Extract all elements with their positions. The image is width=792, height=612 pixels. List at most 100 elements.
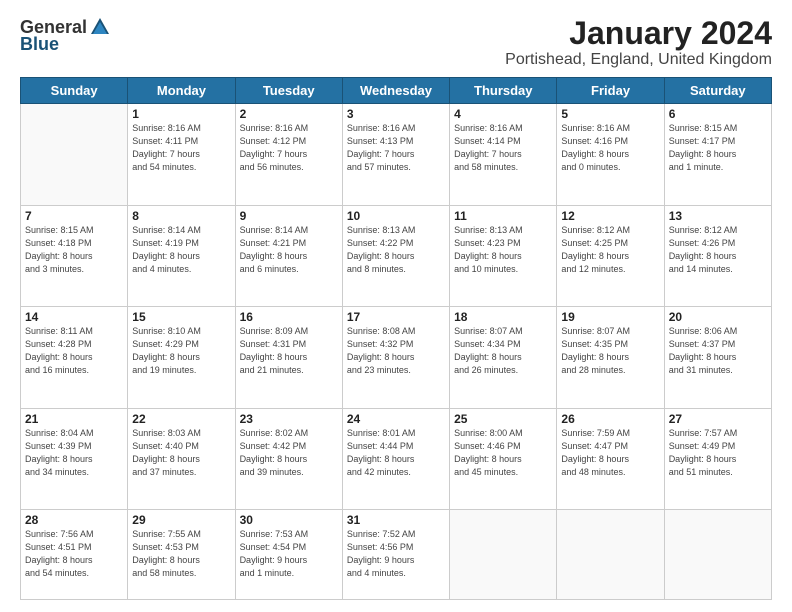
calendar-cell: 24Sunrise: 8:01 AM Sunset: 4:44 PM Dayli… bbox=[342, 408, 449, 509]
day-number: 1 bbox=[132, 107, 230, 121]
day-number: 19 bbox=[561, 310, 659, 324]
calendar-cell: 18Sunrise: 8:07 AM Sunset: 4:34 PM Dayli… bbox=[450, 307, 557, 408]
day-number: 14 bbox=[25, 310, 123, 324]
day-number: 5 bbox=[561, 107, 659, 121]
month-title: January 2024 bbox=[505, 16, 772, 51]
day-number: 4 bbox=[454, 107, 552, 121]
day-number: 21 bbox=[25, 412, 123, 426]
title-area: January 2024 Portishead, England, United… bbox=[505, 16, 772, 69]
day-info: Sunrise: 7:55 AM Sunset: 4:53 PM Dayligh… bbox=[132, 528, 230, 580]
calendar-cell bbox=[664, 510, 771, 600]
calendar-cell: 23Sunrise: 8:02 AM Sunset: 4:42 PM Dayli… bbox=[235, 408, 342, 509]
calendar-cell: 14Sunrise: 8:11 AM Sunset: 4:28 PM Dayli… bbox=[21, 307, 128, 408]
calendar-cell: 29Sunrise: 7:55 AM Sunset: 4:53 PM Dayli… bbox=[128, 510, 235, 600]
day-info: Sunrise: 8:11 AM Sunset: 4:28 PM Dayligh… bbox=[25, 325, 123, 377]
calendar-cell: 27Sunrise: 7:57 AM Sunset: 4:49 PM Dayli… bbox=[664, 408, 771, 509]
day-info: Sunrise: 8:16 AM Sunset: 4:14 PM Dayligh… bbox=[454, 122, 552, 174]
calendar-cell: 16Sunrise: 8:09 AM Sunset: 4:31 PM Dayli… bbox=[235, 307, 342, 408]
day-info: Sunrise: 8:15 AM Sunset: 4:17 PM Dayligh… bbox=[669, 122, 767, 174]
location-subtitle: Portishead, England, United Kingdom bbox=[505, 51, 772, 69]
day-info: Sunrise: 8:04 AM Sunset: 4:39 PM Dayligh… bbox=[25, 427, 123, 479]
day-number: 28 bbox=[25, 513, 123, 527]
day-info: Sunrise: 7:56 AM Sunset: 4:51 PM Dayligh… bbox=[25, 528, 123, 580]
day-info: Sunrise: 8:16 AM Sunset: 4:12 PM Dayligh… bbox=[240, 122, 338, 174]
day-number: 22 bbox=[132, 412, 230, 426]
page: General Blue January 2024 Portishead, En… bbox=[0, 0, 792, 612]
header: General Blue January 2024 Portishead, En… bbox=[20, 16, 772, 69]
day-number: 8 bbox=[132, 209, 230, 223]
calendar-cell: 12Sunrise: 8:12 AM Sunset: 4:25 PM Dayli… bbox=[557, 205, 664, 306]
header-wednesday: Wednesday bbox=[342, 78, 449, 104]
day-number: 27 bbox=[669, 412, 767, 426]
calendar-cell: 25Sunrise: 8:00 AM Sunset: 4:46 PM Dayli… bbox=[450, 408, 557, 509]
day-info: Sunrise: 8:02 AM Sunset: 4:42 PM Dayligh… bbox=[240, 427, 338, 479]
calendar-cell bbox=[557, 510, 664, 600]
day-number: 23 bbox=[240, 412, 338, 426]
calendar-cell: 19Sunrise: 8:07 AM Sunset: 4:35 PM Dayli… bbox=[557, 307, 664, 408]
day-number: 7 bbox=[25, 209, 123, 223]
day-info: Sunrise: 8:14 AM Sunset: 4:21 PM Dayligh… bbox=[240, 224, 338, 276]
day-info: Sunrise: 8:08 AM Sunset: 4:32 PM Dayligh… bbox=[347, 325, 445, 377]
day-number: 25 bbox=[454, 412, 552, 426]
calendar-cell: 4Sunrise: 8:16 AM Sunset: 4:14 PM Daylig… bbox=[450, 104, 557, 205]
day-info: Sunrise: 7:57 AM Sunset: 4:49 PM Dayligh… bbox=[669, 427, 767, 479]
header-saturday: Saturday bbox=[664, 78, 771, 104]
day-info: Sunrise: 8:12 AM Sunset: 4:25 PM Dayligh… bbox=[561, 224, 659, 276]
day-info: Sunrise: 8:01 AM Sunset: 4:44 PM Dayligh… bbox=[347, 427, 445, 479]
calendar-cell: 21Sunrise: 8:04 AM Sunset: 4:39 PM Dayli… bbox=[21, 408, 128, 509]
day-number: 15 bbox=[132, 310, 230, 324]
calendar-week-2: 7Sunrise: 8:15 AM Sunset: 4:18 PM Daylig… bbox=[21, 205, 772, 306]
calendar-cell: 15Sunrise: 8:10 AM Sunset: 4:29 PM Dayli… bbox=[128, 307, 235, 408]
logo: General Blue bbox=[20, 16, 111, 55]
day-number: 18 bbox=[454, 310, 552, 324]
day-number: 17 bbox=[347, 310, 445, 324]
calendar-week-5: 28Sunrise: 7:56 AM Sunset: 4:51 PM Dayli… bbox=[21, 510, 772, 600]
day-number: 6 bbox=[669, 107, 767, 121]
day-number: 13 bbox=[669, 209, 767, 223]
header-friday: Friday bbox=[557, 78, 664, 104]
day-info: Sunrise: 8:16 AM Sunset: 4:13 PM Dayligh… bbox=[347, 122, 445, 174]
calendar-cell: 8Sunrise: 8:14 AM Sunset: 4:19 PM Daylig… bbox=[128, 205, 235, 306]
day-info: Sunrise: 7:53 AM Sunset: 4:54 PM Dayligh… bbox=[240, 528, 338, 580]
calendar-header-row: Sunday Monday Tuesday Wednesday Thursday… bbox=[21, 78, 772, 104]
day-info: Sunrise: 8:10 AM Sunset: 4:29 PM Dayligh… bbox=[132, 325, 230, 377]
day-info: Sunrise: 8:13 AM Sunset: 4:23 PM Dayligh… bbox=[454, 224, 552, 276]
day-info: Sunrise: 8:09 AM Sunset: 4:31 PM Dayligh… bbox=[240, 325, 338, 377]
calendar-cell: 9Sunrise: 8:14 AM Sunset: 4:21 PM Daylig… bbox=[235, 205, 342, 306]
day-number: 3 bbox=[347, 107, 445, 121]
day-info: Sunrise: 8:00 AM Sunset: 4:46 PM Dayligh… bbox=[454, 427, 552, 479]
header-sunday: Sunday bbox=[21, 78, 128, 104]
calendar-cell: 30Sunrise: 7:53 AM Sunset: 4:54 PM Dayli… bbox=[235, 510, 342, 600]
calendar-week-3: 14Sunrise: 8:11 AM Sunset: 4:28 PM Dayli… bbox=[21, 307, 772, 408]
calendar-cell: 31Sunrise: 7:52 AM Sunset: 4:56 PM Dayli… bbox=[342, 510, 449, 600]
day-info: Sunrise: 8:06 AM Sunset: 4:37 PM Dayligh… bbox=[669, 325, 767, 377]
day-number: 12 bbox=[561, 209, 659, 223]
day-number: 29 bbox=[132, 513, 230, 527]
header-tuesday: Tuesday bbox=[235, 78, 342, 104]
logo-icon bbox=[89, 16, 111, 38]
calendar-week-1: 1Sunrise: 8:16 AM Sunset: 4:11 PM Daylig… bbox=[21, 104, 772, 205]
day-number: 2 bbox=[240, 107, 338, 121]
day-info: Sunrise: 8:15 AM Sunset: 4:18 PM Dayligh… bbox=[25, 224, 123, 276]
day-number: 30 bbox=[240, 513, 338, 527]
day-number: 24 bbox=[347, 412, 445, 426]
calendar-cell: 11Sunrise: 8:13 AM Sunset: 4:23 PM Dayli… bbox=[450, 205, 557, 306]
header-thursday: Thursday bbox=[450, 78, 557, 104]
calendar-cell: 1Sunrise: 8:16 AM Sunset: 4:11 PM Daylig… bbox=[128, 104, 235, 205]
calendar-week-4: 21Sunrise: 8:04 AM Sunset: 4:39 PM Dayli… bbox=[21, 408, 772, 509]
day-number: 31 bbox=[347, 513, 445, 527]
day-info: Sunrise: 8:07 AM Sunset: 4:35 PM Dayligh… bbox=[561, 325, 659, 377]
day-info: Sunrise: 8:03 AM Sunset: 4:40 PM Dayligh… bbox=[132, 427, 230, 479]
day-number: 20 bbox=[669, 310, 767, 324]
day-number: 11 bbox=[454, 209, 552, 223]
calendar-cell bbox=[450, 510, 557, 600]
calendar-cell: 28Sunrise: 7:56 AM Sunset: 4:51 PM Dayli… bbox=[21, 510, 128, 600]
logo-blue-text: Blue bbox=[20, 34, 59, 55]
day-info: Sunrise: 8:16 AM Sunset: 4:16 PM Dayligh… bbox=[561, 122, 659, 174]
day-info: Sunrise: 7:59 AM Sunset: 4:47 PM Dayligh… bbox=[561, 427, 659, 479]
calendar-cell: 13Sunrise: 8:12 AM Sunset: 4:26 PM Dayli… bbox=[664, 205, 771, 306]
calendar-cell: 6Sunrise: 8:15 AM Sunset: 4:17 PM Daylig… bbox=[664, 104, 771, 205]
calendar-cell: 26Sunrise: 7:59 AM Sunset: 4:47 PM Dayli… bbox=[557, 408, 664, 509]
day-info: Sunrise: 8:12 AM Sunset: 4:26 PM Dayligh… bbox=[669, 224, 767, 276]
day-number: 9 bbox=[240, 209, 338, 223]
